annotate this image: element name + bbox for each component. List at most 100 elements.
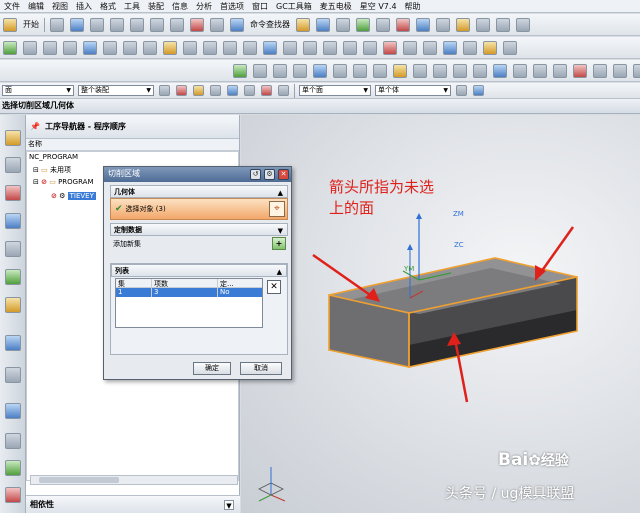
intersect-icon[interactable] bbox=[243, 40, 257, 55]
operation-navigator-icon[interactable] bbox=[5, 130, 21, 146]
chevron-up-icon[interactable]: ▲ bbox=[277, 266, 282, 278]
assembly-filter-select[interactable]: 整个装配 ▼ bbox=[78, 85, 154, 96]
table-row[interactable]: 1 3 No bbox=[116, 288, 262, 297]
menu-edit[interactable]: 编辑 bbox=[24, 1, 48, 12]
ruled-icon[interactable] bbox=[333, 63, 347, 78]
copy-icon[interactable] bbox=[150, 17, 164, 32]
groove-icon[interactable] bbox=[163, 40, 177, 55]
settings-icon[interactable]: ⚙ bbox=[264, 169, 275, 180]
custom-data-header[interactable]: 定制数据 ▼ bbox=[110, 223, 288, 236]
collapse-icon[interactable]: ⊟ bbox=[33, 178, 39, 186]
col-custom[interactable]: 定... bbox=[218, 279, 262, 288]
select-object-row[interactable]: ✔ 选择对象 (3) ⌖ bbox=[110, 198, 288, 220]
list-group-header[interactable]: 列表 ▲ bbox=[111, 264, 287, 277]
cylinder-icon[interactable] bbox=[613, 63, 627, 78]
paste-icon[interactable] bbox=[170, 17, 184, 32]
replace-icon[interactable] bbox=[483, 40, 497, 55]
tree-node-nc-program[interactable]: NC_PROGRAM bbox=[29, 153, 78, 161]
tree-node-operation[interactable]: ⊘ ⚙ TIEVEY bbox=[51, 192, 96, 200]
start-button[interactable]: 开始 bbox=[23, 19, 39, 30]
split-icon[interactable] bbox=[403, 40, 417, 55]
face-rule-select[interactable]: 单个面 ▼ bbox=[299, 85, 371, 96]
arrow-select-icon[interactable] bbox=[443, 40, 457, 55]
menu-file[interactable]: 文件 bbox=[0, 1, 24, 12]
crosshair-icon[interactable]: ⌖ bbox=[269, 201, 285, 217]
extrude-icon[interactable] bbox=[23, 40, 37, 55]
patch-icon[interactable] bbox=[453, 63, 467, 78]
delete-icon[interactable] bbox=[190, 17, 204, 32]
save-icon[interactable] bbox=[90, 17, 104, 32]
slot-icon[interactable] bbox=[143, 40, 157, 55]
pick-face-icon[interactable] bbox=[210, 85, 221, 96]
offset-icon[interactable] bbox=[423, 40, 437, 55]
revolve-icon[interactable] bbox=[43, 40, 57, 55]
geometry-view-icon[interactable] bbox=[5, 185, 21, 201]
move-icon[interactable] bbox=[463, 40, 477, 55]
menu-window[interactable]: 窗口 bbox=[248, 1, 272, 12]
sketch-icon[interactable] bbox=[3, 40, 17, 55]
menu-tools[interactable]: 工具 bbox=[120, 1, 144, 12]
body-rule-select[interactable]: 单个体 ▼ bbox=[375, 85, 451, 96]
remove-set-button[interactable]: ✕ bbox=[267, 280, 281, 294]
palette-icon[interactable] bbox=[5, 460, 21, 476]
mesh-icon[interactable] bbox=[273, 63, 287, 78]
synchronous-icon[interactable] bbox=[573, 63, 587, 78]
tree-node-unused[interactable]: ⊟ ▭ 未用项 bbox=[33, 165, 71, 175]
new-file-icon[interactable] bbox=[50, 17, 64, 32]
move-face-icon[interactable] bbox=[533, 63, 547, 78]
chamfer-icon[interactable] bbox=[283, 40, 297, 55]
menu-analysis[interactable]: 分析 bbox=[192, 1, 216, 12]
view-icon[interactable] bbox=[356, 17, 370, 32]
scrollbar-thumb[interactable] bbox=[39, 477, 119, 483]
menu-help[interactable]: 帮助 bbox=[401, 1, 425, 12]
command-finder-icon[interactable] bbox=[230, 17, 244, 32]
delete-face-icon[interactable] bbox=[513, 63, 527, 78]
col-set[interactable]: 集 bbox=[116, 279, 152, 288]
resize-face-icon[interactable] bbox=[553, 63, 567, 78]
clock-icon[interactable] bbox=[5, 403, 21, 419]
cut-icon[interactable] bbox=[130, 17, 144, 32]
rib-icon[interactable] bbox=[183, 40, 197, 55]
web-browser-icon[interactable] bbox=[5, 335, 21, 351]
roles-icon[interactable] bbox=[5, 487, 21, 503]
col-item-count[interactable]: 项数 bbox=[152, 279, 218, 288]
shading-icon[interactable] bbox=[456, 17, 470, 32]
blend-icon[interactable] bbox=[263, 40, 277, 55]
menu-xingkong[interactable]: 星空 V7.4 bbox=[356, 1, 401, 12]
extension-icon[interactable] bbox=[373, 63, 387, 78]
ok-button[interactable]: 确定 bbox=[193, 362, 231, 375]
sweep-icon[interactable] bbox=[293, 63, 307, 78]
pick-edge-icon[interactable] bbox=[244, 85, 255, 96]
menu-electrode[interactable]: 麦五电极 bbox=[316, 1, 356, 12]
boss-icon[interactable] bbox=[83, 40, 97, 55]
command-finder-button[interactable]: 命令查找器 bbox=[250, 19, 290, 30]
offset-face-icon[interactable] bbox=[473, 63, 487, 78]
system-materials-icon[interactable] bbox=[5, 433, 21, 449]
horizontal-scrollbar[interactable] bbox=[30, 475, 238, 485]
shell-icon[interactable] bbox=[303, 40, 317, 55]
box-icon[interactable] bbox=[593, 63, 607, 78]
column-header-name[interactable]: 名称 bbox=[26, 139, 239, 151]
dependencies-panel-header[interactable]: 相依性 ▼ bbox=[26, 495, 240, 513]
fit-icon[interactable] bbox=[496, 17, 510, 32]
unite-icon[interactable] bbox=[203, 40, 217, 55]
part-navigator-icon[interactable] bbox=[5, 269, 21, 285]
assembly-navigator-icon[interactable] bbox=[5, 241, 21, 257]
render-icon[interactable] bbox=[376, 17, 390, 32]
reset-icon[interactable]: ↺ bbox=[250, 169, 261, 180]
menu-view[interactable]: 视图 bbox=[48, 1, 72, 12]
pad-icon[interactable] bbox=[123, 40, 137, 55]
surface-icon[interactable] bbox=[233, 63, 247, 78]
pick-point-icon[interactable] bbox=[278, 85, 289, 96]
trim-sheet-icon[interactable] bbox=[393, 63, 407, 78]
menu-gc-toolbox[interactable]: GC工具箱 bbox=[272, 1, 316, 12]
bridge-icon[interactable] bbox=[313, 63, 327, 78]
menu-assembly[interactable]: 装配 bbox=[144, 1, 168, 12]
thicken-icon[interactable] bbox=[433, 63, 447, 78]
snap-point-icon[interactable] bbox=[193, 85, 204, 96]
through-curves-icon[interactable] bbox=[253, 63, 267, 78]
filter-icon[interactable] bbox=[159, 85, 170, 96]
print-icon[interactable] bbox=[110, 17, 124, 32]
cube-icon[interactable] bbox=[473, 85, 484, 96]
dialog-titlebar[interactable]: 切削区域 ↺ ⚙ ✕ bbox=[104, 167, 291, 182]
